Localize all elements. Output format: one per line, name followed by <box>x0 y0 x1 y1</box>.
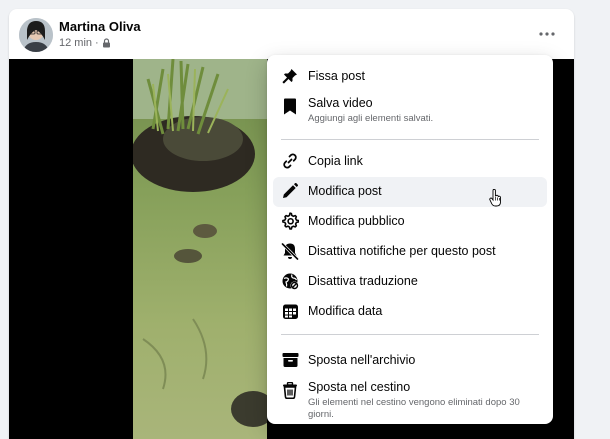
menu-item-save-video[interactable]: Salva video Aggiungi agli elementi salva… <box>273 92 547 132</box>
menu-sublabel: Gli elementi nel cestino vengono elimina… <box>308 397 520 420</box>
video-thumbnail <box>133 59 267 439</box>
menu-label: Copia link <box>308 154 363 168</box>
bookmark-icon <box>281 97 299 115</box>
lock-icon[interactable] <box>102 38 111 48</box>
menu-item-edit-date[interactable]: Modifica data <box>273 297 547 327</box>
menu-item-disable-translation[interactable]: Disattiva traduzione <box>273 267 547 297</box>
menu-item-copy-link[interactable]: Copia link <box>273 147 547 177</box>
menu-label: Salva video <box>308 96 373 110</box>
trash-icon <box>281 381 299 399</box>
archive-icon <box>281 351 299 369</box>
menu-label: Disattiva traduzione <box>308 274 418 288</box>
ellipsis-icon <box>539 32 555 36</box>
post-header: Martina Oliva 12 min · <box>9 9 574 59</box>
pencil-icon <box>281 182 299 200</box>
menu-label: Disattiva notifiche per questo post <box>308 244 496 258</box>
link-icon <box>281 152 299 170</box>
menu-item-archive[interactable]: Sposta nell'archivio <box>273 346 547 376</box>
menu-item-pin-post[interactable]: Fissa post <box>273 62 547 92</box>
menu-item-edit-post[interactable]: Modifica post <box>273 177 547 207</box>
menu-divider <box>281 139 539 140</box>
menu-label: Sposta nell'archivio <box>308 353 416 367</box>
hand-cursor-icon <box>489 188 503 207</box>
menu-item-mute-notifications[interactable]: Disattiva notifiche per questo post <box>273 237 547 267</box>
calendar-icon <box>281 302 299 320</box>
menu-label: Sposta nel cestino <box>308 380 411 394</box>
pin-icon <box>281 67 299 85</box>
gear-icon <box>281 212 299 230</box>
menu-label: Fissa post <box>308 69 365 83</box>
menu-label: Modifica post <box>308 184 382 198</box>
avatar[interactable] <box>19 18 53 52</box>
menu-label: Modifica data <box>308 304 383 318</box>
more-options-button[interactable] <box>534 23 560 45</box>
bell-off-icon <box>281 242 299 260</box>
menu-item-move-to-trash[interactable]: Sposta nel cestino Gli elementi nel cest… <box>273 376 547 424</box>
menu-item-edit-audience[interactable]: Modifica pubblico <box>273 207 547 237</box>
menu-divider <box>281 334 539 335</box>
author-name[interactable]: Martina Oliva <box>59 19 141 34</box>
post-time[interactable]: 12 min <box>59 37 92 49</box>
menu-sublabel: Aggiungi agli elementi salvati. <box>308 113 434 124</box>
menu-label: Modifica pubblico <box>308 214 405 228</box>
meta-separator: · <box>95 37 99 49</box>
globe-off-icon <box>281 272 299 290</box>
post-meta: 12 min · <box>59 37 111 49</box>
post-options-menu: Fissa post Salva video Aggiungi agli ele… <box>267 55 553 424</box>
